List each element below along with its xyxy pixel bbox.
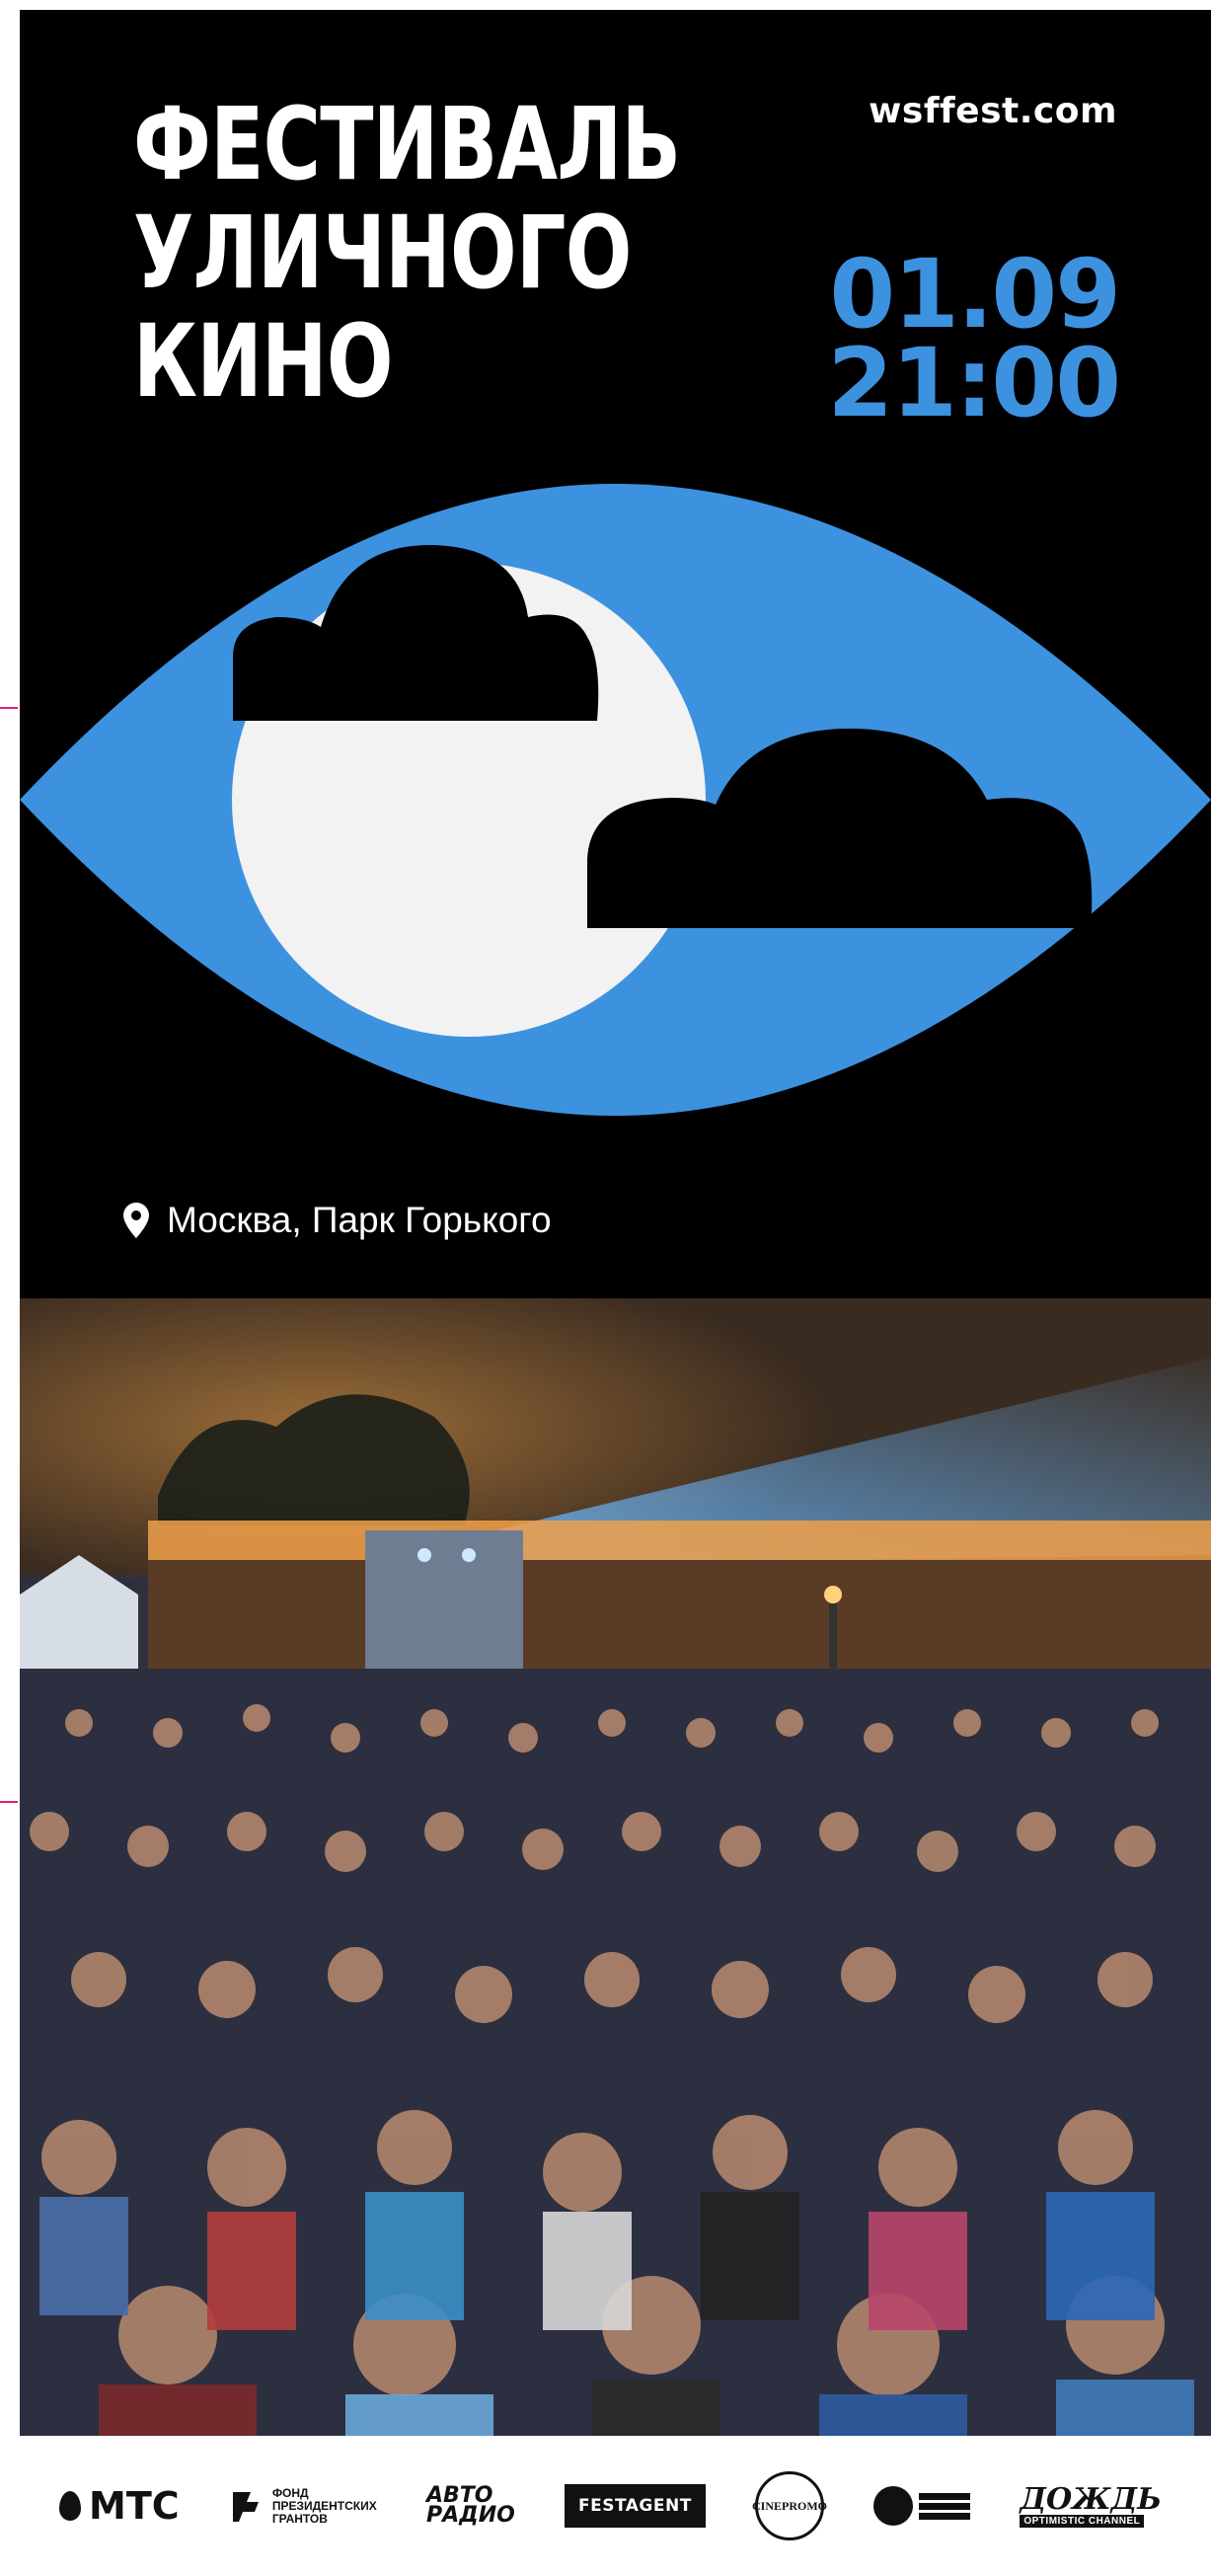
map-pin-icon bbox=[123, 1203, 149, 1238]
crowd-photo-art bbox=[20, 1298, 1211, 2436]
avto-line-2: РАДИО bbox=[425, 2503, 515, 2528]
logo-avtoradio: АВТО РАДИО bbox=[425, 2485, 515, 2528]
logo-cinepromo: CINEPROMO bbox=[751, 2471, 827, 2540]
event-time: 21:00 bbox=[827, 328, 1121, 438]
logo-festagent: FESTAGENT bbox=[565, 2484, 706, 2528]
mts-name: МТС bbox=[89, 2484, 180, 2528]
trim-mark-top bbox=[0, 707, 18, 709]
website-link[interactable]: wsffest.com bbox=[869, 91, 1117, 131]
film-school-mark-icon bbox=[873, 2486, 914, 2526]
logo-presidential-grants-fund: ФОНД ПРЕЗИДЕНТСКИХ ГРАНТОВ bbox=[229, 2485, 377, 2526]
logo-mts: МТС bbox=[59, 2484, 180, 2528]
trim-mark-middle bbox=[0, 1801, 18, 1803]
title-line-1: ФЕСТИВАЛЬ bbox=[133, 86, 681, 203]
festival-title: ФЕСТИВАЛЬ УЛИЧНОГО КИНО bbox=[133, 86, 681, 421]
fund-line-2: ПРЕЗИДЕНТСКИХ bbox=[271, 2498, 377, 2513]
fund-line-1: ФОНД bbox=[271, 2485, 309, 2500]
title-line-3: КИНО bbox=[133, 303, 394, 421]
eye-illustration bbox=[20, 484, 1211, 1116]
logo-film-school bbox=[873, 2486, 971, 2526]
dozhd-name: ДОЖДЬ bbox=[1020, 2481, 1162, 2517]
cinepromo-name: CINEPROMO bbox=[751, 2498, 827, 2513]
crowd-photo bbox=[20, 1298, 1211, 2436]
fund-line-3: ГРАНТОВ bbox=[271, 2511, 328, 2526]
film-school-lines-icon bbox=[919, 2492, 971, 2520]
sponsors-bar: МТС ФОНД ПРЕЗИДЕНТСКИХ ГРАНТОВ АВТО РАДИ… bbox=[0, 2436, 1211, 2576]
poster-header: ФЕСТИВАЛЬ УЛИЧНОГО КИНО wsffest.com 01.0… bbox=[20, 10, 1211, 1298]
title-line-2: УЛИЧНОГО bbox=[133, 195, 632, 312]
logo-dozhd: ДОЖДЬ OPTIMISTIC CHANNEL bbox=[1020, 2481, 1162, 2528]
event-location: Москва, Парк Горького bbox=[123, 1200, 552, 1241]
dozhd-subtitle: OPTIMISTIC CHANNEL bbox=[1020, 2514, 1145, 2528]
fund-flag-icon bbox=[232, 2492, 259, 2522]
mts-egg-icon bbox=[59, 2491, 81, 2521]
location-text: Москва, Парк Горького bbox=[167, 1200, 552, 1240]
